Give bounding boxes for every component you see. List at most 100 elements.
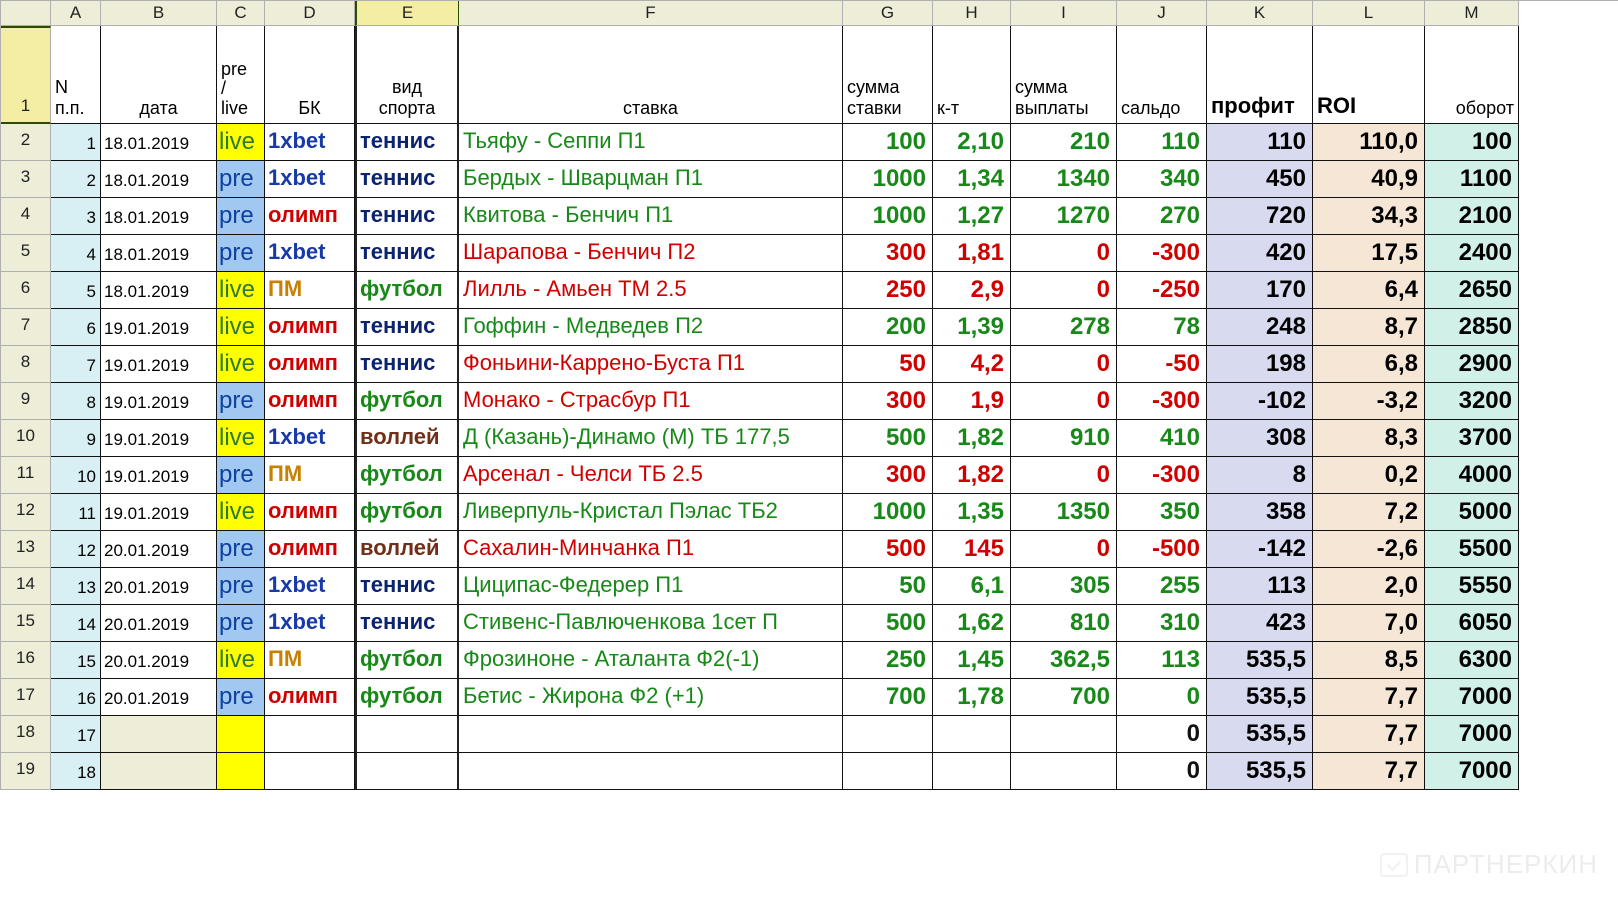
cell-E14[interactable]: теннис [355,568,459,605]
cell-L9[interactable]: -3,2 [1313,383,1425,420]
cell-M19[interactable]: 7000 [1425,753,1519,790]
cell-A7[interactable]: 6 [51,309,101,346]
cell-H12[interactable]: 1,35 [933,494,1011,531]
hdr-H[interactable]: к-т [933,26,1011,124]
cell-D19[interactable] [265,753,355,790]
cell-J2[interactable]: 110 [1117,124,1207,161]
cell-A6[interactable]: 5 [51,272,101,309]
cell-G18[interactable] [843,716,933,753]
cell-L17[interactable]: 7,7 [1313,679,1425,716]
cell-J12[interactable]: 350 [1117,494,1207,531]
row-header-10[interactable]: 10 [1,420,51,457]
cell-H8[interactable]: 4,2 [933,346,1011,383]
cell-M5[interactable]: 2400 [1425,235,1519,272]
cell-M15[interactable]: 6050 [1425,605,1519,642]
col-header-A[interactable]: A [51,1,101,26]
cell-L8[interactable]: 6,8 [1313,346,1425,383]
cell-J10[interactable]: 410 [1117,420,1207,457]
row-header-16[interactable]: 16 [1,642,51,679]
cell-G17[interactable]: 700 [843,679,933,716]
cell-K8[interactable]: 198 [1207,346,1313,383]
cell-I15[interactable]: 810 [1011,605,1117,642]
cell-B2[interactable]: 18.01.2019 [101,124,217,161]
cell-D2[interactable]: 1xbet [265,124,355,161]
cell-E4[interactable]: теннис [355,198,459,235]
row-header-18[interactable]: 18 [1,716,51,753]
cell-E2[interactable]: теннис [355,124,459,161]
cell-I4[interactable]: 1270 [1011,198,1117,235]
cell-F3[interactable]: Бердых - Шварцман П1 [459,161,843,198]
cell-A3[interactable]: 2 [51,161,101,198]
cell-D17[interactable]: олимп [265,679,355,716]
cell-G4[interactable]: 1000 [843,198,933,235]
cell-F18[interactable] [459,716,843,753]
hdr-I[interactable]: суммавыплаты [1011,26,1117,124]
cell-K7[interactable]: 248 [1207,309,1313,346]
row-header-11[interactable]: 11 [1,457,51,494]
cell-F13[interactable]: Сахалин-Минчанка П1 [459,531,843,568]
row-header-6[interactable]: 6 [1,272,51,309]
cell-F10[interactable]: Д (Казань)-Динамо (М) ТБ 177,5 [459,420,843,457]
cell-L19[interactable]: 7,7 [1313,753,1425,790]
cell-A5[interactable]: 4 [51,235,101,272]
cell-E10[interactable]: воллей [355,420,459,457]
cell-L12[interactable]: 7,2 [1313,494,1425,531]
cell-L18[interactable]: 7,7 [1313,716,1425,753]
cell-F4[interactable]: Квитова - Бенчич П1 [459,198,843,235]
cell-F9[interactable]: Монако - Страсбур П1 [459,383,843,420]
cell-K4[interactable]: 720 [1207,198,1313,235]
cell-I2[interactable]: 210 [1011,124,1117,161]
cell-J14[interactable]: 255 [1117,568,1207,605]
cell-K19[interactable]: 535,5 [1207,753,1313,790]
cell-E18[interactable] [355,716,459,753]
cell-C7[interactable]: live [217,309,265,346]
cell-F16[interactable]: Фрозиноне - Аталанта Ф2(-1) [459,642,843,679]
cell-C6[interactable]: live [217,272,265,309]
col-header-M[interactable]: M [1425,1,1519,26]
cell-L6[interactable]: 6,4 [1313,272,1425,309]
cell-A13[interactable]: 12 [51,531,101,568]
cell-D8[interactable]: олимп [265,346,355,383]
cell-F7[interactable]: Гоффин - Медведев П2 [459,309,843,346]
cell-E3[interactable]: теннис [355,161,459,198]
cell-I7[interactable]: 278 [1011,309,1117,346]
cell-B14[interactable]: 20.01.2019 [101,568,217,605]
cell-C5[interactable]: pre [217,235,265,272]
cell-M14[interactable]: 5550 [1425,568,1519,605]
cell-D4[interactable]: олимп [265,198,355,235]
cell-I11[interactable]: 0 [1011,457,1117,494]
cell-I17[interactable]: 700 [1011,679,1117,716]
cell-K15[interactable]: 423 [1207,605,1313,642]
row-header-13[interactable]: 13 [1,531,51,568]
cell-B12[interactable]: 19.01.2019 [101,494,217,531]
cell-E16[interactable]: футбол [355,642,459,679]
hdr-J[interactable]: сальдо [1117,26,1207,124]
cell-C3[interactable]: pre [217,161,265,198]
spreadsheet[interactable]: ABCDEFGHIJKLM1Nп.п.датаpre/liveБКвидспор… [0,0,1618,790]
cell-G7[interactable]: 200 [843,309,933,346]
cell-M11[interactable]: 4000 [1425,457,1519,494]
cell-F12[interactable]: Ливерпуль-Кристал Пэлас ТБ2 [459,494,843,531]
cell-M13[interactable]: 5500 [1425,531,1519,568]
cell-H10[interactable]: 1,82 [933,420,1011,457]
cell-J8[interactable]: -50 [1117,346,1207,383]
cell-M2[interactable]: 100 [1425,124,1519,161]
cell-B9[interactable]: 19.01.2019 [101,383,217,420]
hdr-L[interactable]: ROI [1313,26,1425,124]
cell-K14[interactable]: 113 [1207,568,1313,605]
cell-A4[interactable]: 3 [51,198,101,235]
cell-B10[interactable]: 19.01.2019 [101,420,217,457]
hdr-K[interactable]: профит [1207,26,1313,124]
cell-D18[interactable] [265,716,355,753]
cell-J4[interactable]: 270 [1117,198,1207,235]
cell-K17[interactable]: 535,5 [1207,679,1313,716]
cell-M7[interactable]: 2850 [1425,309,1519,346]
cell-D12[interactable]: олимп [265,494,355,531]
cell-J3[interactable]: 340 [1117,161,1207,198]
cell-K5[interactable]: 420 [1207,235,1313,272]
cell-I8[interactable]: 0 [1011,346,1117,383]
cell-I10[interactable]: 910 [1011,420,1117,457]
cell-H14[interactable]: 6,1 [933,568,1011,605]
cell-C15[interactable]: pre [217,605,265,642]
cell-I19[interactable] [1011,753,1117,790]
